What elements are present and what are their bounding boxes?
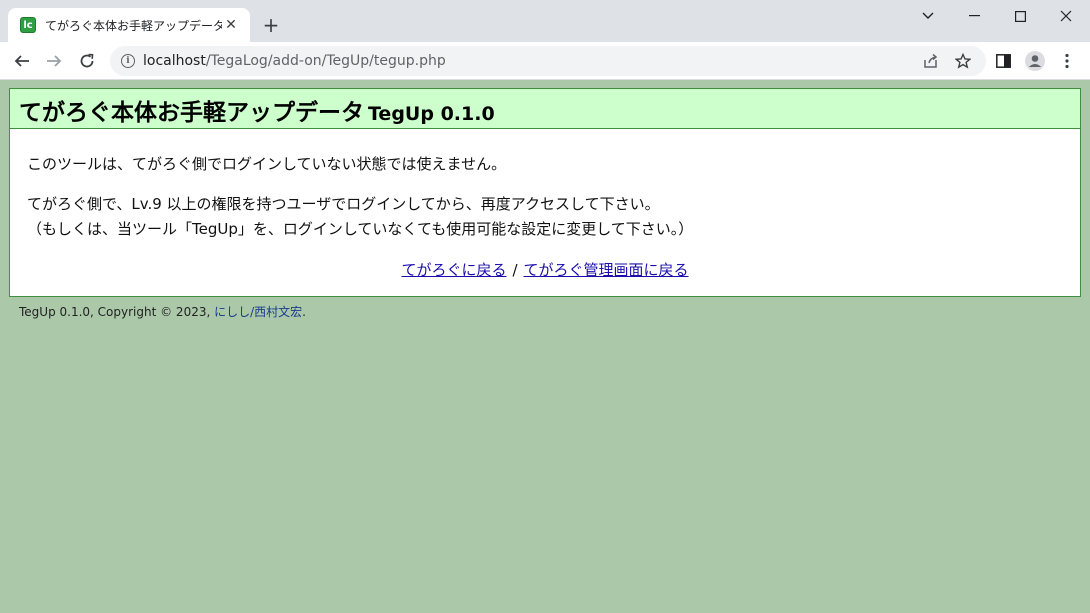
version-label: TegUp 0.1.0 — [368, 103, 495, 125]
forward-arrow-icon[interactable] — [40, 47, 68, 75]
browser-toolbar: i localhost/TegaLog/add-on/TegUp/tegup.p… — [0, 42, 1090, 80]
alternative-instruction: （もしくは、当ツール「TegUp」を、ログインしていなくても使用可能な設定に変更… — [27, 220, 694, 238]
tab-close-button[interactable]: ✕ — [222, 16, 240, 34]
back-to-admin-link[interactable]: てがろぐ管理画面に戻る — [524, 261, 689, 279]
content-card: てがろぐ本体お手軽アップデータ TegUp 0.1.0 このツールは、てがろぐ側で… — [9, 88, 1081, 297]
link-separator: / — [512, 261, 518, 279]
login-instruction: てがろぐ側で、Lv.9 以上の権限を持つユーザでログインしてから、再度アクセスし… — [27, 195, 660, 213]
maximize-button[interactable] — [997, 0, 1043, 32]
back-to-tegalog-link[interactable]: てがろぐに戻る — [401, 261, 506, 279]
message-area: このツールは、てがろぐ側でログインしていない状態では使えません。 てがろぐ側で、… — [10, 129, 1080, 283]
browser-tab[interactable]: lc てがろぐ本体お手軽アップデータ TegUp ✕ — [8, 8, 250, 42]
address-bar[interactable]: i localhost/TegaLog/add-on/TegUp/tegup.p… — [110, 46, 986, 76]
back-arrow-icon[interactable] — [8, 47, 36, 75]
tegalog-favicon-icon: lc — [20, 17, 36, 33]
share-icon[interactable] — [920, 50, 942, 72]
copyright-text: TegUp 0.1.0, Copyright © 2023, — [19, 305, 211, 319]
more-menu-icon[interactable] — [1055, 49, 1079, 73]
reload-icon[interactable] — [73, 47, 101, 75]
footer-period: . — [302, 305, 306, 319]
minimize-button[interactable] — [951, 0, 997, 32]
tab-strip: lc てがろぐ本体お手軽アップデータ TegUp ✕ + — [0, 0, 1090, 42]
site-info-icon[interactable]: i — [121, 54, 135, 68]
login-required-message: このツールは、てがろぐ側でログインしていない状態では使えません。 — [27, 155, 507, 173]
author-link[interactable]: にしし/西村文宏 — [214, 305, 302, 319]
profile-avatar-icon[interactable] — [1023, 49, 1047, 73]
tab-title: てがろぐ本体お手軽アップデータ TegUp — [45, 18, 223, 33]
navigation-links: てがろぐに戻る / てがろぐ管理画面に戻る — [27, 258, 1080, 283]
tab-search-chevron-icon[interactable] — [905, 0, 951, 32]
url-path: /TegaLog/add-on/TegUp/tegup.php — [205, 53, 446, 69]
close-window-button[interactable] — [1043, 0, 1089, 32]
footer: TegUp 0.1.0, Copyright © 2023, にしし/西村文宏. — [19, 303, 306, 320]
new-tab-button[interactable]: + — [259, 13, 283, 37]
page-header: てがろぐ本体お手軽アップデータ TegUp 0.1.0 — [10, 89, 1080, 129]
page-title: てがろぐ本体お手軽アップデータ — [19, 100, 364, 126]
side-panel-icon[interactable] — [991, 49, 1015, 73]
url-host: localhost — [143, 53, 206, 69]
bookmark-star-icon[interactable] — [952, 50, 974, 72]
url-text[interactable]: localhost/TegaLog/add-on/TegUp/tegup.php — [143, 53, 446, 69]
